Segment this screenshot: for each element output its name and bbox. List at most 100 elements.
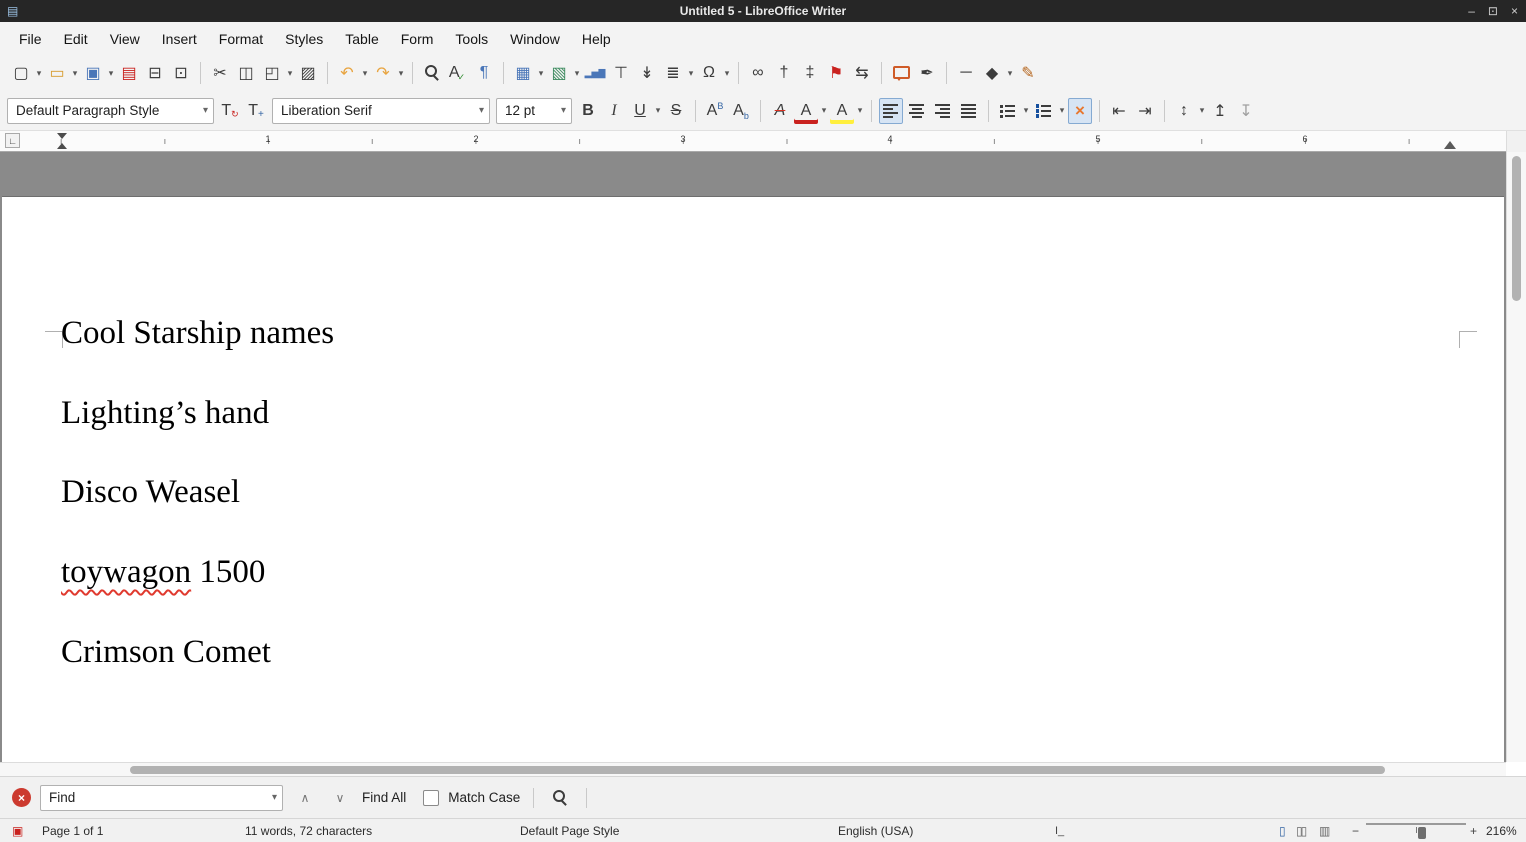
open-icon[interactable]: ▭ xyxy=(45,60,69,86)
dropdown-arrow-icon[interactable]: ▾ xyxy=(34,60,44,86)
insert-field-icon[interactable]: ≣ xyxy=(661,60,685,86)
page-style-status[interactable]: Default Page Style xyxy=(520,823,619,839)
print-preview-icon[interactable]: ⊡ xyxy=(169,60,193,86)
menu-view[interactable]: View xyxy=(99,24,151,54)
find-previous-button[interactable]: ∧ xyxy=(292,791,318,805)
dropdown-arrow-icon[interactable]: ▾ xyxy=(285,60,295,86)
insert-bookmark-icon[interactable]: ⚑ xyxy=(824,60,848,86)
cross-reference-icon[interactable]: ⇆ xyxy=(850,60,874,86)
clone-formatting-icon[interactable]: ▨ xyxy=(296,60,320,86)
underline-icon[interactable]: U xyxy=(628,98,652,124)
no-list-icon[interactable]: × xyxy=(1068,98,1092,124)
dropdown-arrow-icon[interactable]: ▾ xyxy=(106,60,116,86)
close-find-bar-button[interactable]: × xyxy=(12,788,31,807)
special-character-icon[interactable]: Ω xyxy=(697,60,721,86)
line-spacing-icon[interactable]: ↕ xyxy=(1172,98,1196,124)
menu-table[interactable]: Table xyxy=(334,24,389,54)
doc-line[interactable]: Cool Starship names xyxy=(61,294,334,374)
tab-stop-selector[interactable]: ∟ xyxy=(5,133,20,148)
combo-arrow-icon[interactable]: ▾ xyxy=(555,105,566,116)
menu-form[interactable]: Form xyxy=(390,24,445,54)
paragraph-style-combobox[interactable]: Default Paragraph Style ▾ xyxy=(7,98,214,124)
superscript-icon[interactable]: A xyxy=(703,98,727,124)
menu-window[interactable]: Window xyxy=(499,24,571,54)
dropdown-arrow-icon[interactable]: ▾ xyxy=(1021,98,1031,124)
find-replace-icon[interactable] xyxy=(420,60,444,86)
left-indent-marker[interactable] xyxy=(56,133,68,149)
zoom-percent-status[interactable]: 216% xyxy=(1486,823,1517,839)
highlight-color-icon[interactable]: A xyxy=(830,98,854,124)
dropdown-arrow-icon[interactable]: ▾ xyxy=(572,60,582,86)
vertical-scrollbar-thumb[interactable] xyxy=(1512,156,1521,301)
close-button[interactable]: × xyxy=(1511,0,1518,22)
doc-line[interactable]: Disco Weasel xyxy=(61,453,334,533)
dropdown-arrow-icon[interactable]: ▾ xyxy=(686,60,696,86)
align-left-icon[interactable] xyxy=(879,98,903,124)
copy-icon[interactable]: ◫ xyxy=(234,60,258,86)
align-center-icon[interactable] xyxy=(905,98,929,124)
find-and-replace-icon[interactable] xyxy=(548,785,572,811)
dropdown-arrow-icon[interactable]: ▾ xyxy=(855,98,865,124)
single-page-view-icon[interactable]: ▯ xyxy=(1279,823,1286,839)
paste-icon[interactable]: ◰ xyxy=(260,60,284,86)
insert-comment-icon[interactable] xyxy=(889,60,913,86)
dropdown-arrow-icon[interactable]: ▾ xyxy=(653,98,663,124)
export-pdf-icon[interactable]: ▤ xyxy=(117,60,141,86)
align-right-icon[interactable] xyxy=(931,98,955,124)
decrease-indent-icon[interactable]: ⇤ xyxy=(1107,98,1131,124)
combo-arrow-icon[interactable]: ▾ xyxy=(473,105,484,116)
page-break-icon[interactable]: ↡ xyxy=(635,60,659,86)
track-changes-icon[interactable]: ✒ xyxy=(915,60,939,86)
dropdown-arrow-icon[interactable]: ▾ xyxy=(819,98,829,124)
new-document-icon[interactable]: ▢ xyxy=(9,60,33,86)
draw-functions-icon[interactable]: ✎ xyxy=(1016,60,1040,86)
menu-tools[interactable]: Tools xyxy=(444,24,499,54)
doc-line[interactable]: Lighting’s hand xyxy=(61,374,334,454)
print-icon[interactable]: ⊟ xyxy=(143,60,167,86)
dropdown-arrow-icon[interactable]: ▾ xyxy=(1057,98,1067,124)
save-icon[interactable]: ▣ xyxy=(81,60,105,86)
match-case-label[interactable]: Match Case xyxy=(448,790,520,805)
font-size-combobox[interactable]: 12 pt ▾ xyxy=(496,98,572,124)
word-count-status[interactable]: 11 words, 72 characters xyxy=(245,823,372,839)
multi-page-view-icon[interactable]: ▯▯ xyxy=(1296,823,1305,839)
insert-mode-icon[interactable]: I_ xyxy=(1055,823,1064,839)
bullet-list-icon[interactable] xyxy=(996,98,1020,124)
find-history-arrow-icon[interactable]: ▾ xyxy=(266,792,277,803)
formatting-marks-icon[interactable]: ¶ xyxy=(472,60,496,86)
insert-endnote-icon[interactable]: ‡ xyxy=(798,60,822,86)
page-number-status[interactable]: Page 1 of 1 xyxy=(42,823,103,839)
increase-paragraph-spacing-icon[interactable]: ↥ xyxy=(1208,98,1232,124)
combo-arrow-icon[interactable]: ▾ xyxy=(197,105,208,116)
dropdown-arrow-icon[interactable]: ▾ xyxy=(1197,98,1207,124)
insert-line-icon[interactable]: ─ xyxy=(954,60,978,86)
horizontal-scrollbar-thumb[interactable] xyxy=(130,766,1385,774)
menu-styles[interactable]: Styles xyxy=(274,24,334,54)
italic-icon[interactable]: I xyxy=(602,98,626,124)
zoom-out-button[interactable]: − xyxy=(1352,823,1359,839)
align-justify-icon[interactable] xyxy=(957,98,981,124)
numbered-list-icon[interactable] xyxy=(1032,98,1056,124)
zoom-in-button[interactable]: + xyxy=(1470,823,1477,839)
redo-icon[interactable]: ↷ xyxy=(371,60,395,86)
insert-chart-icon[interactable]: ▂▅▇ xyxy=(583,60,607,86)
hyperlink-icon[interactable]: ∞ xyxy=(746,60,770,86)
first-line-indent-marker[interactable] xyxy=(57,133,67,139)
find-input[interactable]: Find ▾ xyxy=(40,785,283,811)
increase-indent-icon[interactable]: ⇥ xyxy=(1133,98,1157,124)
dropdown-arrow-icon[interactable]: ▾ xyxy=(722,60,732,86)
update-style-icon[interactable]: T xyxy=(218,98,242,124)
doc-line[interactable]: Crimson Comet xyxy=(61,612,334,692)
insert-image-icon[interactable]: ▧ xyxy=(547,60,571,86)
horizontal-scrollbar[interactable] xyxy=(0,762,1506,776)
zoom-slider-thumb[interactable] xyxy=(1418,827,1426,839)
decrease-paragraph-spacing-icon[interactable]: ↧ xyxy=(1234,98,1258,124)
insert-table-icon[interactable]: ▦ xyxy=(511,60,535,86)
undo-icon[interactable]: ↶ xyxy=(335,60,359,86)
spelling-icon[interactable]: A xyxy=(446,60,470,86)
hanging-indent-marker[interactable] xyxy=(57,143,67,149)
menu-file[interactable]: File xyxy=(8,24,53,54)
dropdown-arrow-icon[interactable]: ▾ xyxy=(396,60,406,86)
clear-formatting-icon[interactable]: A xyxy=(768,98,792,124)
document-modified-icon[interactable]: ▣ xyxy=(12,823,23,839)
